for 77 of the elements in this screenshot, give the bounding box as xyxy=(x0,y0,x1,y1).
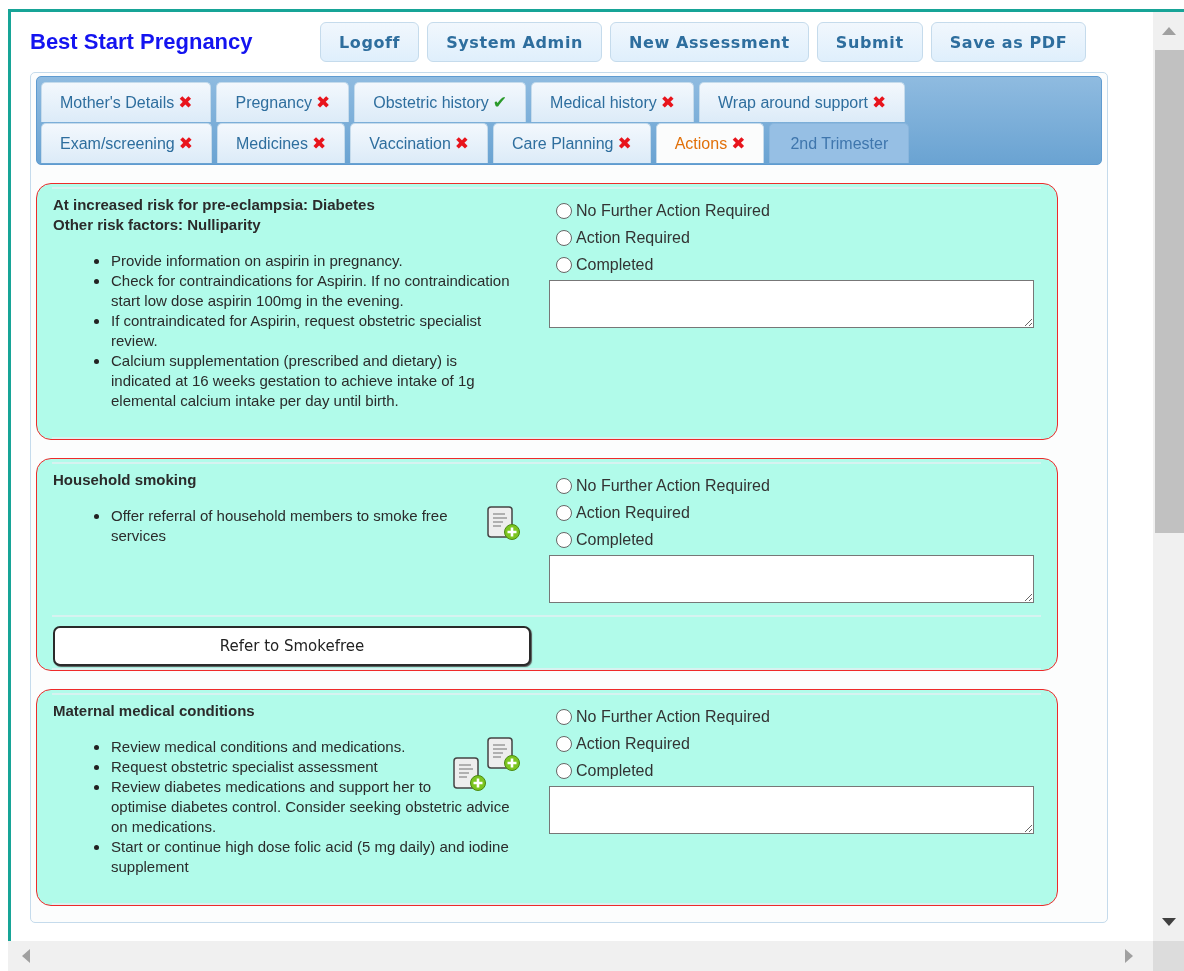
document-add-icon[interactable] xyxy=(487,506,521,540)
status-mark: ✖ xyxy=(178,135,193,152)
scrollbar-corner xyxy=(1153,941,1184,971)
radio-button[interactable] xyxy=(556,229,572,246)
header-button[interactable]: Logoff xyxy=(320,22,420,62)
radio-button[interactable] xyxy=(556,477,572,494)
tab[interactable]: Actions ✖ xyxy=(655,123,765,163)
vertical-scrollbar[interactable] xyxy=(1153,12,1184,941)
option-label[interactable]: No Further Action Required xyxy=(576,707,770,726)
bullet-text: Review diabetes medications and support her to optimise diabetes control. Consider seeking obstetric advice on medications. xyxy=(111,778,510,835)
option-label[interactable]: Action Required xyxy=(576,734,690,753)
bullet-icon xyxy=(94,765,99,770)
bullet-text: Calcium supplementation (prescribed and dietary) is indicated at 16 weeks gestation to achieve intake of 1g elemental calcium intake per day until birth. xyxy=(111,352,475,409)
comment-field[interactable] xyxy=(549,786,1034,834)
radio-button[interactable] xyxy=(556,762,572,779)
radio-button[interactable] xyxy=(556,504,572,521)
bullet-icon xyxy=(94,319,99,324)
bullet-text: If contraindicated for Aspirin, request obstetric specialist review. xyxy=(111,312,482,349)
status-mark: ✖ xyxy=(178,94,193,111)
status-mark: ✖ xyxy=(731,135,746,152)
bullet-icon xyxy=(94,845,99,850)
bullet-text: Review medical conditions and medications. xyxy=(111,738,406,755)
status-mark: ✖ xyxy=(617,135,632,152)
card-heading: Other risk factors: Nulliparity xyxy=(53,215,262,235)
tab[interactable]: Vaccination ✖ xyxy=(350,123,489,163)
bullet-icon xyxy=(94,745,99,750)
header-button[interactable]: Save as PDF xyxy=(930,22,1087,62)
tab[interactable]: Exam/screening ✖ xyxy=(41,123,212,163)
card-heading: At increased risk for pre-eclampsia: Diabetes xyxy=(53,195,376,215)
status-mark: ✖ xyxy=(872,94,887,111)
bullet-icon xyxy=(94,279,99,284)
radio-button[interactable] xyxy=(556,202,572,219)
option-label[interactable]: Completed xyxy=(576,255,654,274)
comment-field[interactable] xyxy=(549,280,1034,328)
document-add-icon[interactable] xyxy=(487,737,521,771)
option-label[interactable]: Action Required xyxy=(576,503,690,522)
status-mark: ✔ xyxy=(492,94,508,111)
bullet-text: Request obstetric specialist assessment xyxy=(111,758,378,775)
tab[interactable]: Care Planning ✖ xyxy=(493,123,651,163)
bullet-icon xyxy=(94,514,99,519)
scroll-down-icon[interactable] xyxy=(1161,918,1176,926)
tab[interactable]: Medical history ✖ xyxy=(531,82,694,122)
bullet-icon xyxy=(94,785,99,790)
status-mark: ✖ xyxy=(315,94,331,111)
status-mark: ✖ xyxy=(312,135,327,152)
refer-button[interactable]: Refer to Smokefree xyxy=(53,626,531,666)
tab[interactable]: Pregnancy ✖ xyxy=(216,82,350,122)
tab[interactable]: Wrap around support ✖ xyxy=(699,82,906,122)
comment-field[interactable] xyxy=(549,555,1034,603)
bullet-icon xyxy=(94,359,99,364)
radio-button[interactable] xyxy=(556,735,572,752)
bullet-text: Provide information on aspirin in pregnancy. xyxy=(111,252,403,269)
header-button[interactable]: System Admin xyxy=(427,22,602,62)
status-mark: ✖ xyxy=(660,94,675,111)
tab[interactable]: Obstetric history ✔ xyxy=(354,82,527,122)
document-add-icon[interactable] xyxy=(453,757,487,791)
radio-button[interactable] xyxy=(556,531,572,548)
option-label[interactable]: Completed xyxy=(576,530,654,549)
radio-button[interactable] xyxy=(556,256,572,273)
app-title: Best Start Pregnancy xyxy=(30,29,254,55)
header-button[interactable]: Submit xyxy=(816,22,923,62)
bullet-text: Offer referral of household members to smoke free services xyxy=(111,507,448,544)
bullet-text: Check for contraindications for Aspirin. If no contraindication start low dose aspirin 100mg in the evening. xyxy=(111,272,510,309)
radio-button[interactable] xyxy=(556,708,572,725)
status-mark: ✖ xyxy=(454,135,470,152)
option-label[interactable]: Action Required xyxy=(576,228,690,247)
header-button[interactable]: New Assessment xyxy=(609,22,809,62)
bullet-text: Start or continue high dose folic acid (5 mg daily) and iodine supplement xyxy=(111,838,509,875)
bullet-icon xyxy=(94,259,99,264)
card-heading: Household smoking xyxy=(53,470,198,490)
card-heading: Maternal medical conditions xyxy=(53,701,256,721)
tab[interactable]: Medicines ✖ xyxy=(216,123,346,163)
option-label[interactable]: No Further Action Required xyxy=(576,201,770,220)
option-label[interactable]: Completed xyxy=(576,761,654,780)
option-label[interactable]: No Further Action Required xyxy=(576,476,770,495)
scroll-thumb[interactable] xyxy=(1155,50,1184,533)
tab[interactable]: Mother's Details ✖ xyxy=(41,82,212,122)
